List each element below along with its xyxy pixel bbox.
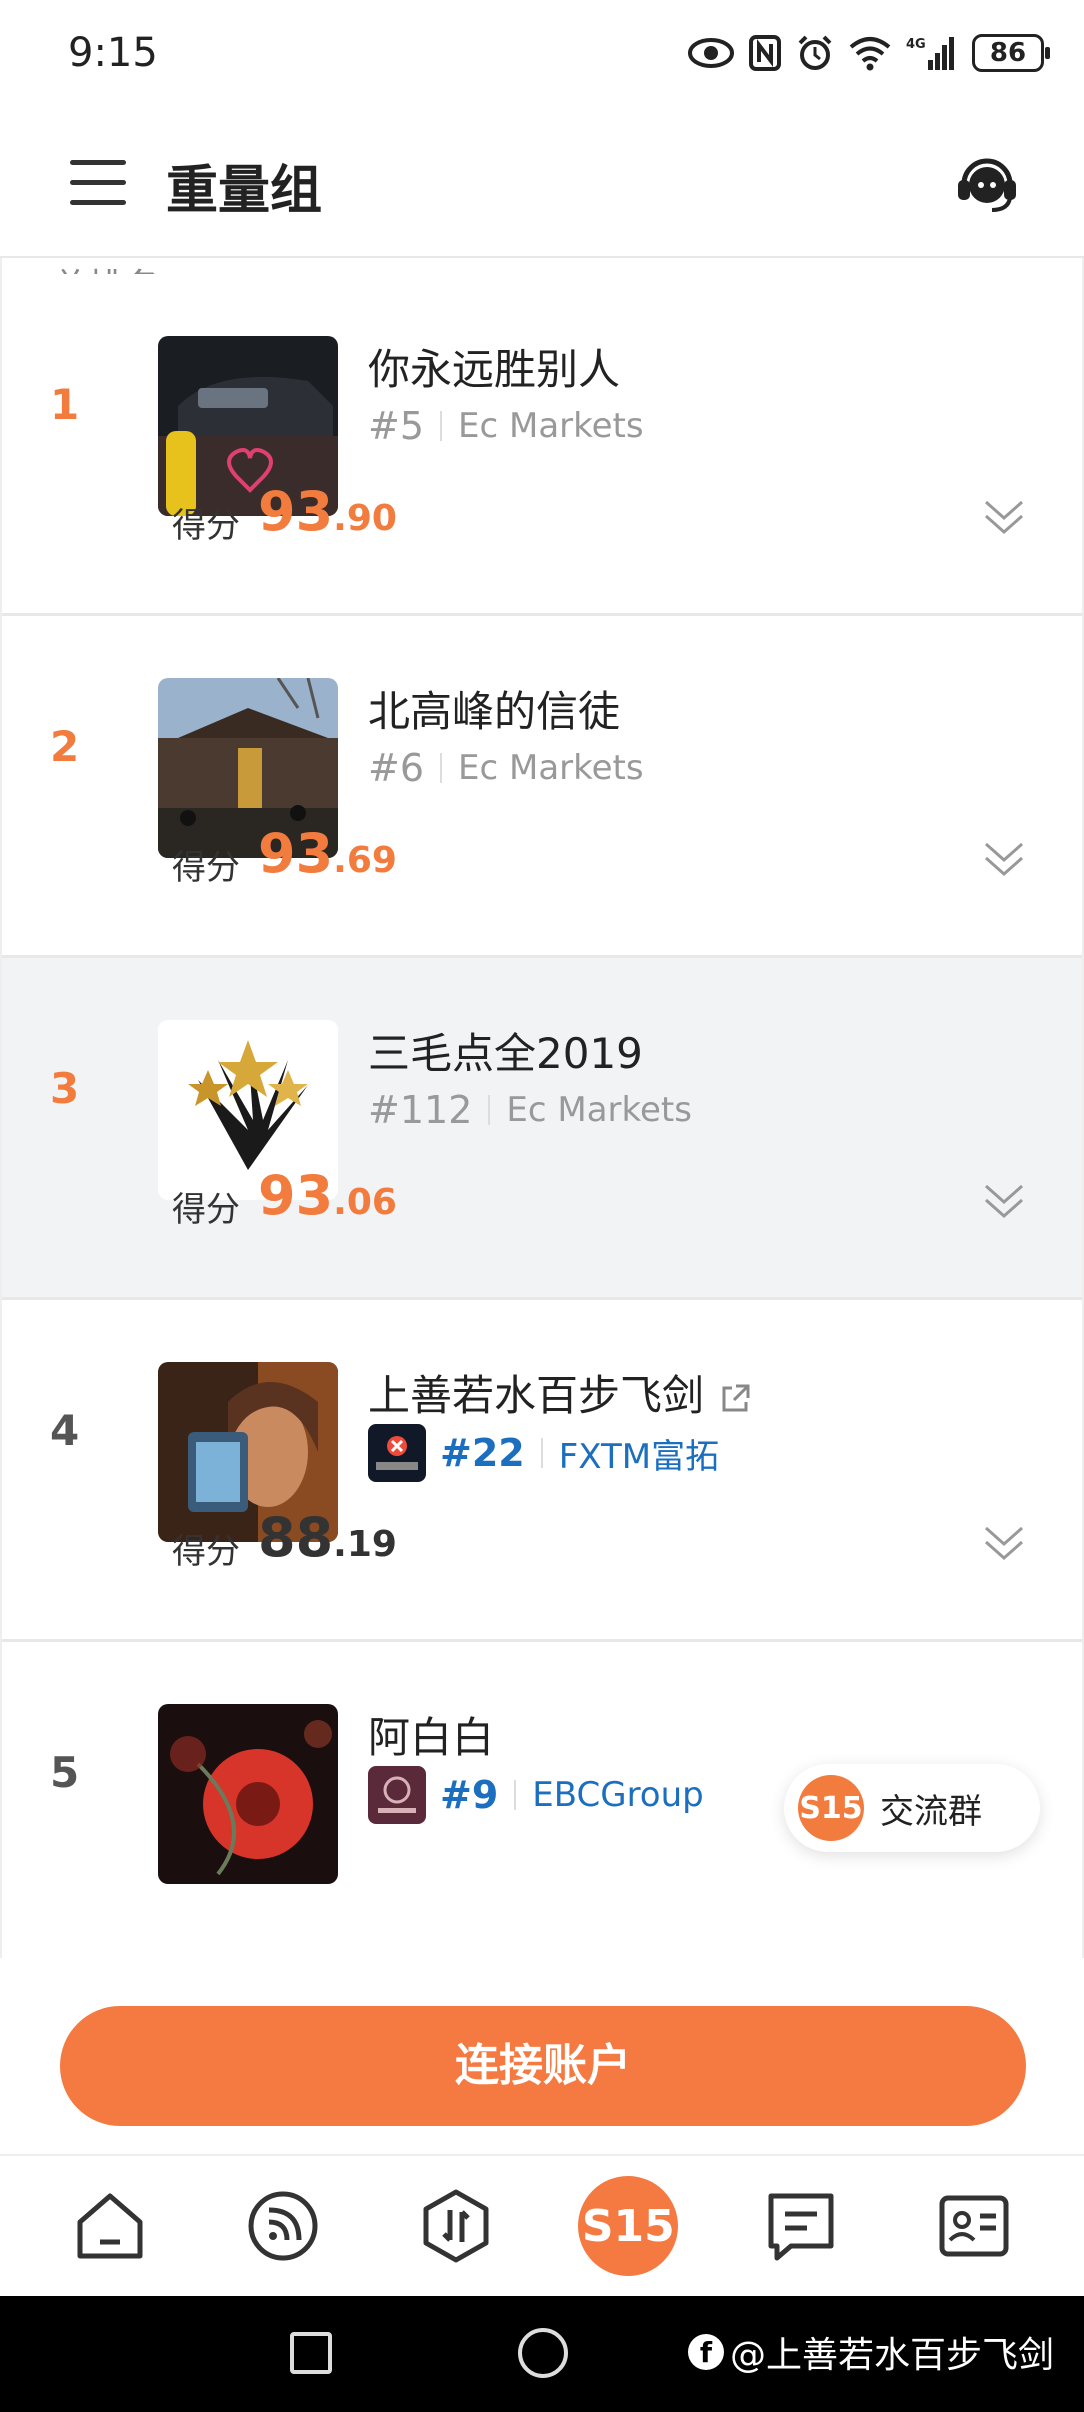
connect-account-button[interactable]: 连接账户 bbox=[60, 2006, 1026, 2126]
nav-home[interactable] bbox=[60, 2176, 160, 2276]
trader-name: 三毛点全2019 bbox=[368, 1029, 643, 1078]
home-button[interactable] bbox=[518, 2328, 568, 2378]
message-icon bbox=[768, 2193, 834, 2261]
ranking-list: 总排名 1 你永远胜别人 #5 Ec Markets 得分 93.90 2 北高… bbox=[0, 258, 1084, 1958]
menu-icon[interactable] bbox=[70, 160, 126, 206]
ebc-logo-icon bbox=[368, 1766, 426, 1824]
svg-text:4G: 4G bbox=[906, 37, 926, 52]
score-value: 93.69 bbox=[258, 822, 397, 885]
nav-feed[interactable] bbox=[233, 2176, 333, 2276]
chevron-down-icon[interactable] bbox=[982, 838, 1026, 878]
rank-number: 3 bbox=[50, 1064, 80, 1113]
home-icon bbox=[77, 2193, 143, 2259]
rank-number: 5 bbox=[50, 1748, 80, 1797]
alarm-icon bbox=[798, 35, 832, 70]
list-item[interactable]: 4 上善若水百步飞剑 #22 FXTM富拓 得分 88.19 bbox=[2, 1300, 1082, 1642]
nav-profile[interactable] bbox=[924, 2176, 1024, 2276]
broker-rank: #5 bbox=[368, 404, 425, 448]
watermark-text: @上善若水百步飞剑 bbox=[730, 2335, 1055, 2376]
score-label: 得分 bbox=[172, 848, 240, 888]
system-nav-bar: f @上善若水百步飞剑 bbox=[0, 2296, 1084, 2412]
score-value: 93.06 bbox=[258, 1164, 397, 1227]
trader-name: 你永远胜别人 bbox=[368, 345, 621, 394]
wifi-icon bbox=[849, 37, 891, 71]
list-item[interactable]: 3 三毛点全2019 #112 Ec Markets 得分 93.06 bbox=[2, 958, 1082, 1300]
eye-icon bbox=[688, 38, 734, 68]
trade-icon bbox=[423, 2189, 489, 2263]
avatar bbox=[158, 1704, 338, 1884]
chevron-down-icon[interactable] bbox=[982, 1180, 1026, 1220]
external-link-icon[interactable] bbox=[718, 1382, 752, 1416]
page-title: 重量组 bbox=[166, 161, 323, 221]
divider bbox=[540, 1438, 543, 1468]
divider bbox=[488, 1095, 491, 1125]
broker-name: Ec Markets bbox=[506, 1090, 692, 1130]
divider bbox=[440, 411, 443, 441]
broker-name[interactable]: EBCGroup bbox=[532, 1775, 703, 1815]
list-item[interactable]: 1 你永远胜别人 #5 Ec Markets 得分 93.90 bbox=[2, 274, 1082, 616]
chat-group-button[interactable]: S15 交流群 bbox=[784, 1764, 1040, 1852]
nav-trade[interactable] bbox=[406, 2176, 506, 2276]
trader-meta: #112 Ec Markets bbox=[368, 1088, 692, 1132]
chat-group-label: 交流群 bbox=[880, 1791, 982, 1832]
status-icons: 4G 86 bbox=[688, 28, 1050, 78]
connect-bar: 连接账户 bbox=[0, 1958, 1084, 2154]
battery-indicator: 86 bbox=[972, 34, 1050, 72]
rss-icon bbox=[248, 2191, 318, 2261]
nav-messages[interactable] bbox=[751, 2176, 851, 2276]
divider bbox=[514, 1780, 517, 1810]
nfc-icon bbox=[749, 35, 781, 71]
s15-logo-icon: S15 bbox=[578, 2176, 679, 2276]
watermark: f @上善若水百步飞剑 bbox=[688, 2326, 1054, 2378]
score-value: 88.19 bbox=[258, 1506, 397, 1569]
rank-number: 4 bbox=[50, 1406, 80, 1455]
trader-name: 阿白白 bbox=[368, 1713, 495, 1762]
trader-meta: #22 FXTM富拓 bbox=[368, 1424, 719, 1482]
chevron-down-icon[interactable] bbox=[982, 1522, 1026, 1562]
trader-meta: #6 Ec Markets bbox=[368, 746, 644, 790]
recent-apps-button[interactable] bbox=[290, 2332, 332, 2374]
trader-name: 上善若水百步飞剑 bbox=[368, 1362, 752, 1423]
id-card-icon bbox=[939, 2195, 1009, 2257]
customer-service-icon[interactable] bbox=[952, 148, 1022, 218]
broker-name: Ec Markets bbox=[458, 748, 644, 788]
score-label: 得分 bbox=[172, 1190, 240, 1230]
s15-logo-icon: S15 bbox=[798, 1775, 864, 1841]
trader-meta: #9 EBCGroup bbox=[368, 1766, 704, 1824]
trader-name: 北高峰的信徒 bbox=[368, 687, 621, 736]
list-item[interactable]: 2 北高峰的信徒 #6 Ec Markets 得分 93.69 bbox=[2, 616, 1082, 958]
broker-rank: #22 bbox=[440, 1431, 525, 1475]
trader-meta: #5 Ec Markets bbox=[368, 404, 644, 448]
chevron-down-icon[interactable] bbox=[982, 496, 1026, 536]
broker-rank: #6 bbox=[368, 746, 425, 790]
score-label: 得分 bbox=[172, 506, 240, 546]
facebook-icon: f bbox=[688, 2334, 724, 2370]
divider bbox=[440, 753, 443, 783]
status-time: 9:15 bbox=[68, 30, 158, 76]
signal-icon: 4G bbox=[906, 37, 954, 70]
score-label: 得分 bbox=[172, 1532, 240, 1572]
bottom-nav: S15 bbox=[0, 2154, 1084, 2296]
broker-name: Ec Markets bbox=[458, 406, 644, 446]
fxtm-logo-icon bbox=[368, 1424, 426, 1482]
nav-s15[interactable]: S15 bbox=[578, 2176, 679, 2276]
broker-name[interactable]: FXTM富拓 bbox=[559, 1429, 719, 1478]
status-bar: 9:15 4G 86 bbox=[0, 0, 1084, 110]
broker-rank: #112 bbox=[368, 1088, 473, 1132]
rank-number: 1 bbox=[50, 380, 80, 429]
score-value: 93.90 bbox=[258, 480, 397, 543]
rank-number: 2 bbox=[50, 722, 80, 771]
app-header: 重量组 bbox=[0, 110, 1084, 258]
broker-rank: #9 bbox=[440, 1773, 499, 1817]
